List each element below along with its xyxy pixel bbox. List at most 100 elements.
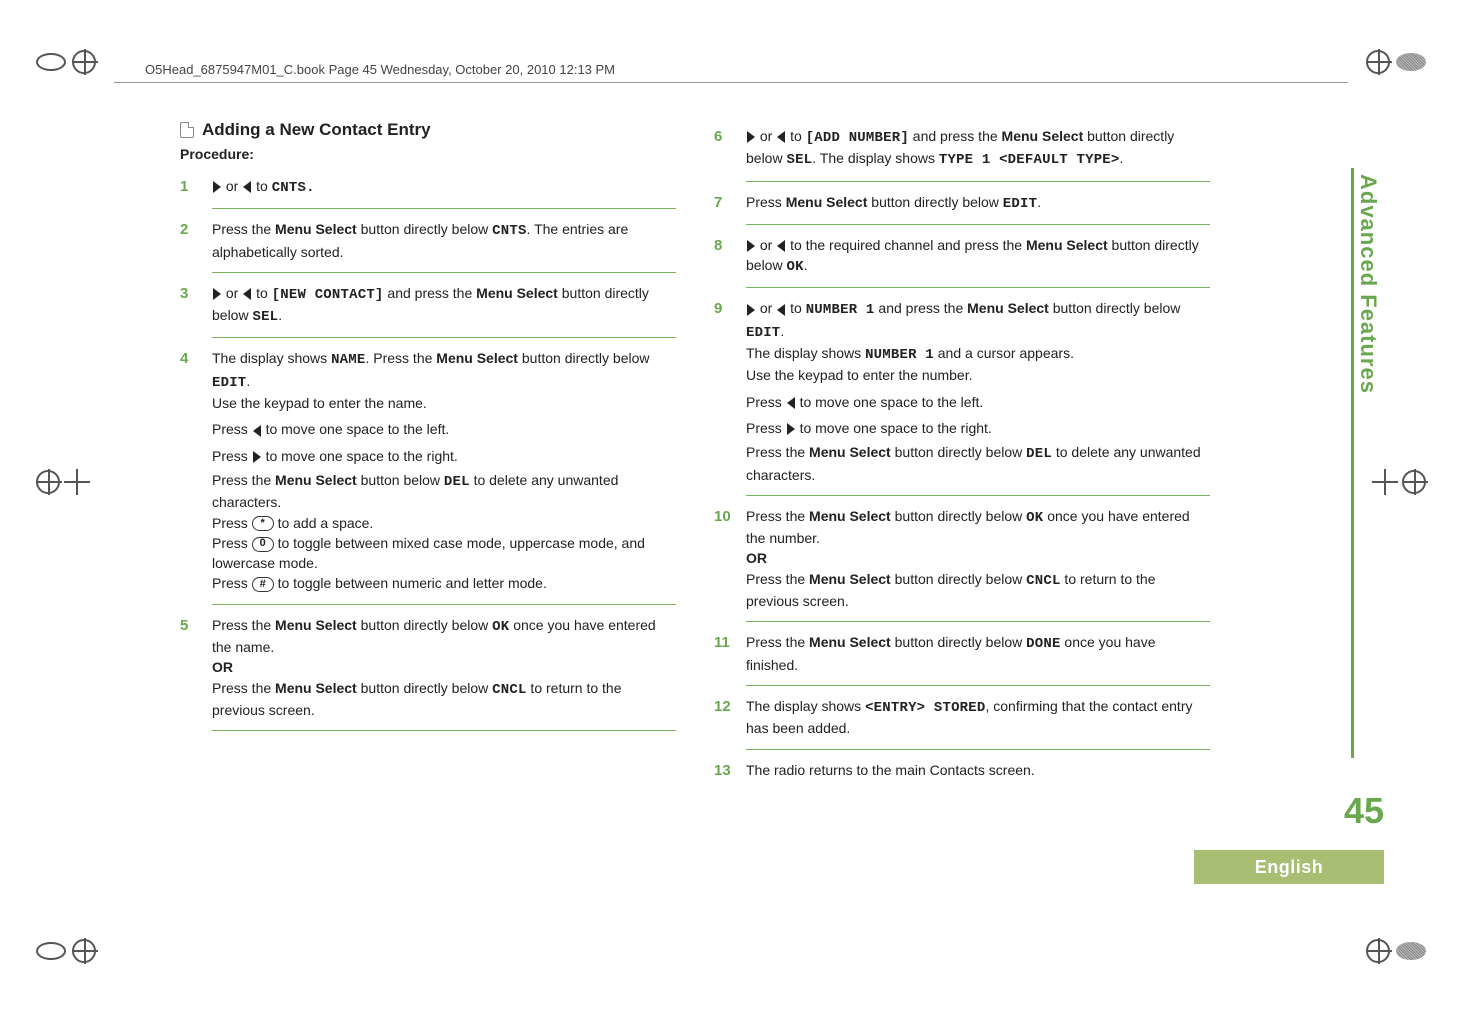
arrow-right-icon [253, 451, 261, 463]
text: to add a space. [274, 515, 374, 531]
text: button directly below [891, 508, 1026, 524]
step-body: Press the Menu Select button directly be… [212, 219, 676, 262]
crop-mark-mid-left [36, 470, 88, 494]
crop-mark-bottom-right [1366, 939, 1426, 963]
arrow-right-icon [213, 181, 221, 193]
text: Press the [212, 221, 275, 237]
text: button directly below [867, 194, 1002, 210]
step-rule [746, 685, 1210, 686]
step-rule [746, 224, 1210, 225]
step-rule [212, 337, 676, 338]
target-mark-icon [36, 470, 60, 494]
cross-mark-icon [66, 471, 88, 493]
section-heading: Adding a New Contact Entry [180, 120, 676, 140]
bold-text: Menu Select [275, 617, 357, 633]
ui-token: CNTS. [272, 180, 315, 196]
text: . [804, 257, 808, 273]
arrow-left-icon [777, 240, 785, 252]
text: Press [212, 448, 252, 464]
ui-token: EDIT [212, 375, 246, 391]
step-number: 2 [180, 219, 202, 262]
bold-text: Menu Select [275, 680, 357, 696]
text: to [252, 285, 271, 301]
text: or [756, 300, 776, 316]
text: Press [212, 575, 252, 591]
step-number: 7 [714, 192, 736, 214]
side-tab-rule [1351, 168, 1354, 758]
step-11: 11 Press the Menu Select button directly… [714, 626, 1210, 681]
text: Press the [212, 680, 275, 696]
arrow-right-icon [787, 423, 795, 435]
step-body: The radio returns to the main Contacts s… [746, 760, 1210, 782]
text: button directly below [357, 617, 492, 633]
right-column: 6 or to [ADD NUMBER] and press the Menu … [714, 120, 1210, 787]
side-tab: Advanced Features [1352, 168, 1384, 404]
step-body: Press the Menu Select button directly be… [212, 615, 676, 720]
text: button directly below [891, 634, 1026, 650]
step-10: 10 Press the Menu Select button directly… [714, 500, 1210, 617]
or-label: OR [212, 659, 233, 675]
page-icon [180, 122, 194, 138]
ui-token: OK [786, 259, 803, 275]
step-9: 9 or to NUMBER 1 and press the Menu Sele… [714, 292, 1210, 490]
text: . [1120, 150, 1124, 166]
step-number: 10 [714, 506, 736, 611]
text: button directly below [891, 444, 1026, 460]
text: and a cursor appears. [934, 345, 1074, 361]
step-rule [746, 749, 1210, 750]
step-body: or to the required channel and press the… [746, 235, 1210, 278]
page-number: 45 [1344, 790, 1384, 832]
text: to move one space to the right. [796, 420, 992, 436]
step-13: 13 The radio returns to the main Contact… [714, 754, 1210, 788]
text: Press the [746, 444, 809, 460]
step-body: or to [ADD NUMBER] and press the Menu Se… [746, 126, 1210, 171]
step-body: The display shows NAME. Press the Menu S… [212, 348, 676, 593]
target-mark-icon [1366, 939, 1390, 963]
target-mark-icon [1402, 470, 1426, 494]
bold-text: Menu Select [476, 285, 558, 301]
key-hash-icon: # [252, 577, 274, 592]
crop-mark-top-left [36, 50, 96, 74]
ui-token: [NEW CONTACT] [272, 287, 384, 303]
text: Press the [746, 508, 809, 524]
text: . [780, 323, 784, 339]
or-label: OR [746, 550, 767, 566]
content-area: Adding a New Contact Entry Procedure: 1 … [180, 120, 1210, 787]
text: to move one space to the left. [796, 394, 984, 410]
ui-token: DEL [1026, 446, 1052, 462]
left-column: Adding a New Contact Entry Procedure: 1 … [180, 120, 676, 787]
ui-token: DONE [1026, 636, 1060, 652]
step-number: 9 [714, 298, 736, 484]
step-body: Press Menu Select button directly below … [746, 192, 1210, 214]
arrow-left-icon [243, 288, 251, 300]
crop-mark-mid-right [1374, 470, 1426, 494]
step-number: 5 [180, 615, 202, 720]
text: Press [212, 515, 252, 531]
arrow-left-icon [777, 131, 785, 143]
text: or [756, 237, 776, 253]
step-body: The display shows <ENTRY> STORED, confir… [746, 696, 1210, 739]
text: and press the [909, 128, 1002, 144]
step-number: 1 [180, 176, 202, 198]
bold-text: Menu Select [786, 194, 868, 210]
text: The display shows [746, 698, 865, 714]
text: . The display shows [812, 150, 939, 166]
step-4: 4 The display shows NAME. Press the Menu… [180, 342, 676, 599]
text: . [246, 373, 250, 389]
step-body: or to NUMBER 1 and press the Menu Select… [746, 298, 1210, 484]
page-sheet: O5Head_6875947M01_C.book Page 45 Wednesd… [0, 0, 1462, 1013]
cross-mark-icon [1374, 471, 1396, 493]
step-number: 3 [180, 283, 202, 328]
text: button directly below [357, 221, 492, 237]
step-8: 8 or to the required channel and press t… [714, 229, 1210, 284]
arrow-right-icon [747, 131, 755, 143]
step-number: 11 [714, 632, 736, 675]
heading-text: Adding a New Contact Entry [202, 120, 431, 140]
bold-text: Menu Select [275, 221, 357, 237]
text: to move one space to the right. [262, 448, 458, 464]
text: or [226, 178, 242, 194]
step-7: 7 Press Menu Select button directly belo… [714, 186, 1210, 220]
ui-token: EDIT [1003, 196, 1037, 212]
arrow-right-icon [213, 288, 221, 300]
step-1: 1 or to CNTS. [180, 170, 676, 204]
